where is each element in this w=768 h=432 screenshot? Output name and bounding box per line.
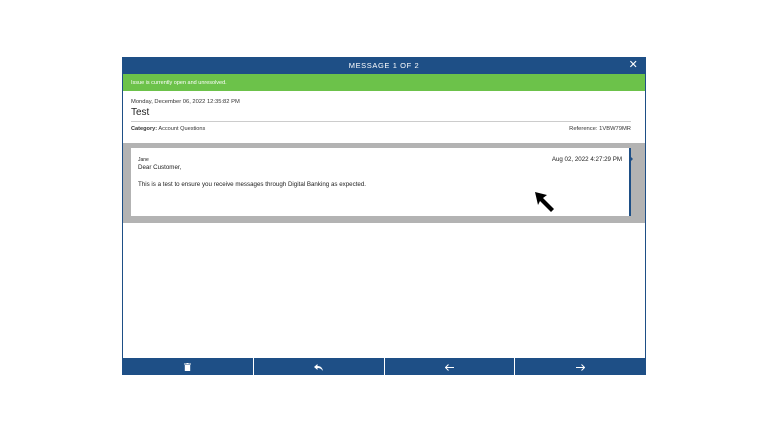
message-body: This is a test to ensure you receive mes… xyxy=(138,181,367,188)
close-icon[interactable]: ✕ xyxy=(628,60,639,71)
sender-name: Jane xyxy=(138,157,149,163)
reply-icon xyxy=(314,358,324,376)
reply-button[interactable] xyxy=(254,358,385,375)
previous-button[interactable] xyxy=(385,358,516,375)
expand-arrow-icon[interactable] xyxy=(630,156,633,162)
category-label: Category: xyxy=(131,126,158,132)
message-dialog: MESSAGE 1 OF 2 ✕ Issue is currently open… xyxy=(122,57,646,375)
message-category: Category: Account Questions xyxy=(131,126,205,132)
status-banner: Issue is currently open and unresolved. xyxy=(123,74,645,91)
category-value: Account Questions xyxy=(158,126,206,132)
delete-button[interactable] xyxy=(123,358,254,375)
message-timestamp: Aug 02, 2022 4:27:29 PM xyxy=(551,156,622,163)
next-button[interactable] xyxy=(515,358,645,375)
message-subject: Test xyxy=(131,107,150,118)
message-reference: Reference: 1VBW79MR xyxy=(569,126,631,132)
dialog-title: MESSAGE 1 OF 2 xyxy=(348,61,420,70)
status-text: Issue is currently open and unresolved. xyxy=(131,79,227,86)
arrow-right-icon xyxy=(575,358,585,376)
arrow-left-icon xyxy=(444,358,454,376)
message-date: Monday, December 06, 2022 12:35:82 PM xyxy=(131,99,240,105)
divider xyxy=(131,121,631,122)
message-greeting: Dear Customer, xyxy=(138,164,182,171)
message-toolbar xyxy=(123,358,645,375)
trash-icon xyxy=(184,358,192,376)
mouse-pointer-icon xyxy=(535,192,559,219)
thread-message-card[interactable]: Jane Aug 02, 2022 4:27:29 PM Dear Custom… xyxy=(131,148,631,216)
dialog-titlebar: MESSAGE 1 OF 2 ✕ xyxy=(123,57,645,74)
message-thread: Jane Aug 02, 2022 4:27:29 PM Dear Custom… xyxy=(123,143,645,223)
